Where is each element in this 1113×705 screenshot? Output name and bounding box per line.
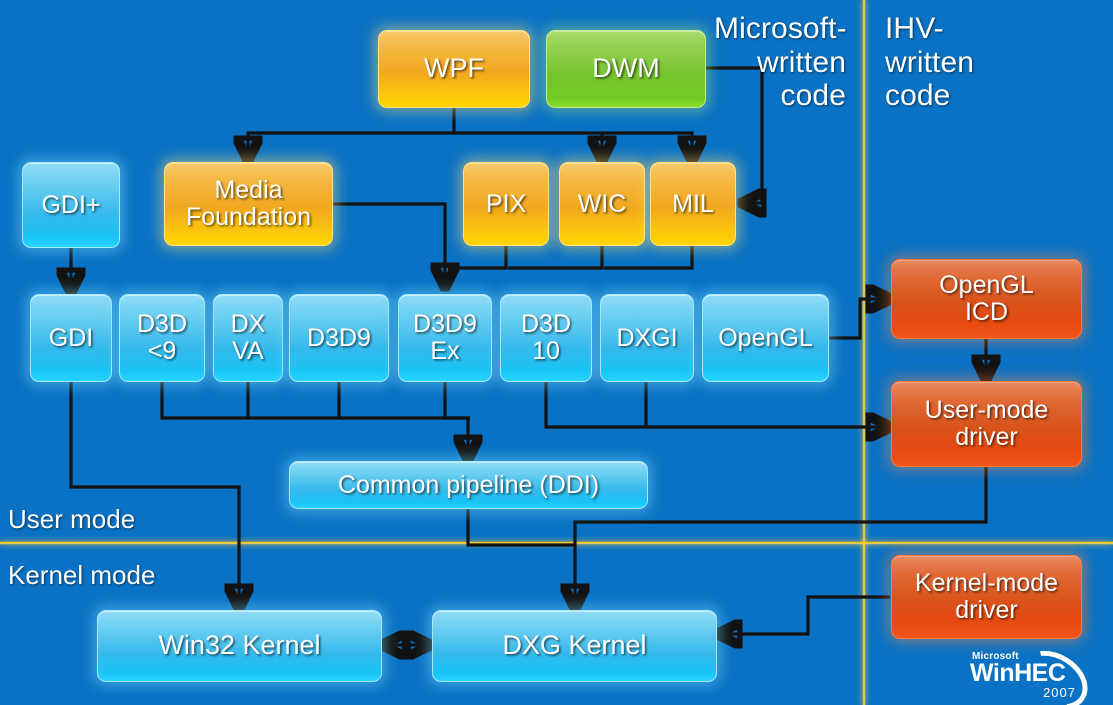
box-media-foundation[interactable]: Media Foundation [164,162,333,246]
box-d3d-lt9[interactable]: D3D <9 [119,294,205,382]
box-pix[interactable]: PIX [463,162,549,246]
box-dxgi[interactable]: DXGI [600,294,694,382]
box-dxg-kernel[interactable]: DXG Kernel [432,610,717,682]
box-dwm[interactable]: DWM [546,30,706,108]
box-dxva[interactable]: DX VA [213,294,283,382]
label-user-mode: User mode [8,504,136,534]
box-user-mode-driver[interactable]: User-mode driver [891,381,1082,467]
box-opengl[interactable]: OpenGL [702,294,829,382]
box-d3d10[interactable]: D3D 10 [500,294,592,382]
label-kernel-mode: Kernel mode [8,560,156,590]
winhec-logo: Microsoft WinHEC 2007 [968,638,1099,705]
box-gdi[interactable]: GDI [30,294,112,382]
box-kernel-mode-driver[interactable]: Kernel-mode driver [891,555,1082,639]
label-ihv-written-code: IHV- written code [885,12,975,113]
label-microsoft-written-code: Microsoft- written code [714,12,847,113]
box-win32-kernel[interactable]: Win32 Kernel [97,610,382,682]
box-common-pipeline[interactable]: Common pipeline (DDI) [289,461,648,509]
box-wic[interactable]: WIC [559,162,645,246]
vertical-divider-microsoft-ihv [862,0,866,705]
box-d3d9[interactable]: D3D9 [289,294,389,382]
box-mil[interactable]: MIL [650,162,736,246]
box-opengl-icd[interactable]: OpenGL ICD [891,259,1082,339]
horizontal-divider-user-kernel [0,541,1113,545]
diagram-canvas: WPF DWM GDI+ Media Foundation PIX WIC MI… [0,0,1113,705]
box-d3d9-ex[interactable]: D3D9 Ex [398,294,492,382]
box-wpf[interactable]: WPF [378,30,530,108]
box-gdi-plus[interactable]: GDI+ [22,162,120,248]
